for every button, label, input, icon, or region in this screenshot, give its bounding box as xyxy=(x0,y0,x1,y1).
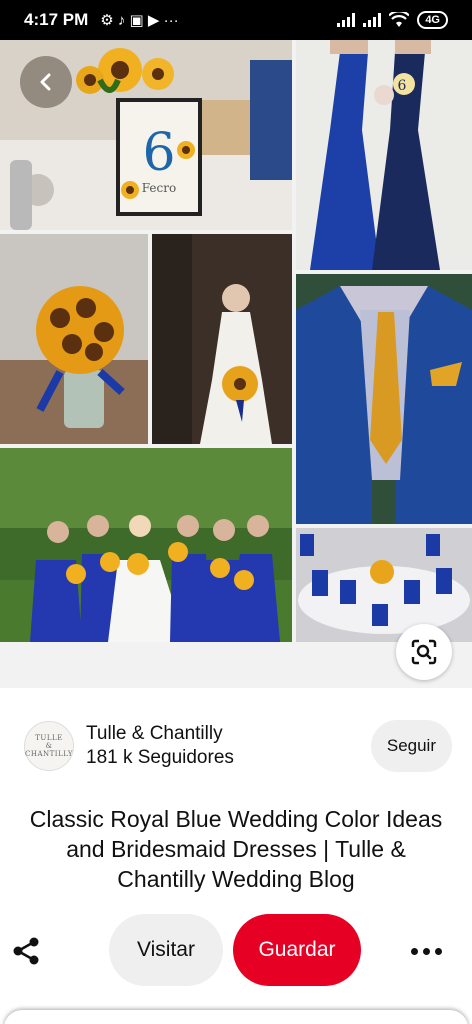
collage-artwork: 6 Fecro 6 xyxy=(0,40,472,642)
pin-detail-screen: 4:17 PM ⚙ ♪ ▣ ▶ ··· 4G 6 Fecro 6 TULLE &… xyxy=(0,0,472,1024)
visual-search-button[interactable] xyxy=(396,624,452,680)
wifi-icon xyxy=(389,12,410,27)
more-options-button[interactable] xyxy=(404,936,448,966)
save-button[interactable]: Guardar xyxy=(233,914,361,986)
table-number-caption: Fecro xyxy=(142,181,176,195)
avatar-text-line2: & xyxy=(45,742,53,750)
chevron-left-icon xyxy=(40,73,51,91)
status-bar: 4:17 PM ⚙ ♪ ▣ ▶ ··· 4G xyxy=(0,0,472,40)
bouquet-tag-text: 6 xyxy=(398,78,407,94)
status-time: 4:17 PM xyxy=(24,10,89,29)
visit-button[interactable]: Visitar xyxy=(109,914,223,986)
pin-image[interactable]: 6 Fecro 6 xyxy=(0,40,472,692)
share-icon xyxy=(13,937,39,965)
lens-search-icon xyxy=(411,639,437,665)
creator-row: TULLE & CHANTILLY Tulle & Chantilly 181 … xyxy=(24,716,452,776)
related-pins-sheet[interactable] xyxy=(4,1010,468,1024)
more-dot-icon xyxy=(434,947,442,955)
notification-icons: ⚙ ♪ ▣ ▶ ··· xyxy=(100,12,179,29)
avatar-text-line3: CHANTILLY xyxy=(24,750,74,758)
table-number-text: 6 xyxy=(142,123,175,183)
bridal-party-photo xyxy=(0,448,292,642)
groom-suit-photo xyxy=(296,274,472,524)
creator-followers: 181 k Seguidores xyxy=(86,747,234,768)
status-right-icons: 4G xyxy=(337,11,448,29)
sunflower-jar-photo xyxy=(0,234,148,444)
reception-tables-photo xyxy=(296,528,472,642)
avatar-text-line1: TULLE xyxy=(35,734,63,742)
pin-title: Classic Royal Blue Wedding Color Ideas a… xyxy=(29,806,443,892)
bride-photo xyxy=(152,234,292,444)
share-button[interactable] xyxy=(8,933,44,969)
action-bar: Visitar Guardar xyxy=(0,914,472,988)
back-button[interactable] xyxy=(20,56,72,108)
creator-name[interactable]: Tulle & Chantilly xyxy=(86,722,234,746)
bridesmaid-dresses-photo: 6 xyxy=(296,40,472,270)
signal-icon xyxy=(337,13,356,27)
color-swatches xyxy=(0,688,472,692)
signal-icon-2 xyxy=(363,13,382,27)
more-dot-icon xyxy=(422,947,430,955)
creator-avatar[interactable]: TULLE & CHANTILLY xyxy=(24,721,74,771)
battery-icon: 4G xyxy=(417,11,448,29)
follow-button[interactable]: Seguir xyxy=(370,720,452,772)
more-dot-icon xyxy=(410,947,418,955)
creator-info: Tulle & Chantilly 181 k Seguidores xyxy=(86,722,234,770)
